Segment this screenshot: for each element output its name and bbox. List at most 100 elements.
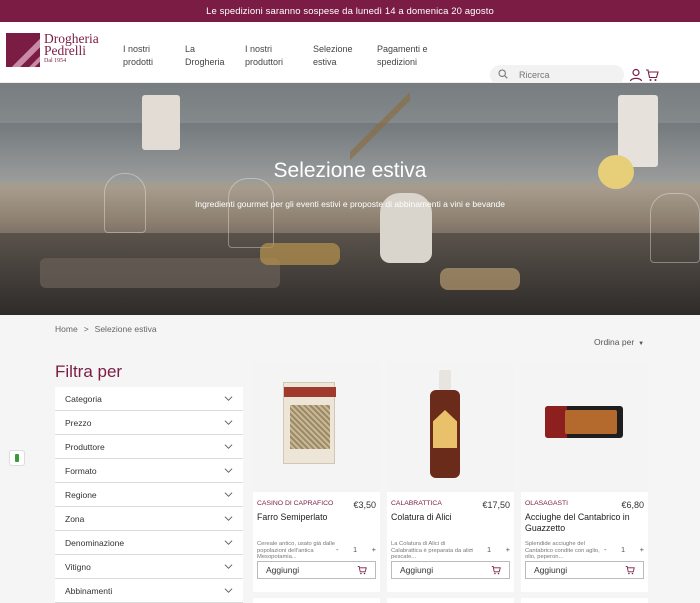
main-nav: I nostri prodotti La Drogheria I nostri … xyxy=(123,43,453,69)
chevron-down-icon xyxy=(224,396,233,401)
hero-bg-glass xyxy=(228,178,274,248)
product-image[interactable] xyxy=(387,362,514,492)
user-icon[interactable] xyxy=(629,68,643,82)
filter-produttore[interactable]: Produttore xyxy=(55,435,243,459)
product-name[interactable]: Farro Semiperlato xyxy=(257,512,375,523)
quantity-value[interactable]: 1 xyxy=(353,545,357,554)
chevron-down-icon xyxy=(224,468,233,473)
search-icon[interactable] xyxy=(493,68,513,82)
minus-icon[interactable]: - xyxy=(604,545,607,554)
add-to-cart-button[interactable]: Aggiungi xyxy=(525,561,644,579)
add-label: Aggiungi xyxy=(534,565,568,575)
search-box[interactable] xyxy=(490,65,624,85)
quantity-stepper[interactable]: - 1 + xyxy=(604,545,644,554)
product-name[interactable]: Acciughe del Cantabrico in Guazzetto xyxy=(525,512,643,534)
hero-bg-food xyxy=(440,268,520,290)
product-price: €3,50 xyxy=(353,500,376,510)
hero-title: Selezione estiva xyxy=(273,159,427,182)
breadcrumb-home[interactable]: Home xyxy=(55,324,78,334)
filter-regione[interactable]: Regione xyxy=(55,483,243,507)
chevron-down-icon xyxy=(224,492,233,497)
product-card-partial[interactable] xyxy=(253,598,380,603)
filter-prezzo[interactable]: Prezzo xyxy=(55,411,243,435)
chevron-down-icon xyxy=(224,564,233,569)
plus-icon[interactable]: + xyxy=(372,545,376,554)
announcement-text: Le spedizioni saranno sospese da lunedì … xyxy=(206,5,494,17)
nav-item-produttori[interactable]: I nostri produttori xyxy=(245,43,293,69)
quantity-value[interactable]: 1 xyxy=(487,545,491,554)
filter-formato[interactable]: Formato xyxy=(55,459,243,483)
nav-item-selezione-estiva[interactable]: Selezione estiva xyxy=(313,43,357,69)
filter-label: Produttore xyxy=(65,441,105,452)
plus-icon[interactable]: + xyxy=(506,545,510,554)
filter-label: Regione xyxy=(65,489,97,500)
nav-item-prodotti[interactable]: I nostri prodotti xyxy=(123,43,165,69)
hero-bg-candle xyxy=(142,95,180,150)
product-description: Cereale antico, usato già dalle popolazi… xyxy=(257,541,335,560)
minus-icon[interactable]: - xyxy=(336,545,339,554)
filter-label: Vitigno xyxy=(65,561,91,572)
product-card[interactable]: CALABRATTICA €17,50 Colatura di Alici La… xyxy=(387,362,514,592)
minus-icon[interactable]: - xyxy=(470,545,473,554)
product-description: La Colatura di Alici di Calabrattica è p… xyxy=(391,541,473,560)
product-name[interactable]: Colatura di Alici xyxy=(391,512,509,523)
logo-line3: Dal 1954 xyxy=(44,58,67,64)
product-card-partial[interactable] xyxy=(521,598,648,603)
logo-text: Drogheria Pedrelli Dal 1954 xyxy=(44,32,99,65)
chevron-down-icon xyxy=(224,444,233,449)
filter-label: Formato xyxy=(65,465,97,476)
breadcrumb: Home > Selezione estiva xyxy=(55,324,157,334)
sort-label: Ordina per xyxy=(594,337,635,347)
product-brand[interactable]: OLASAGASTI xyxy=(525,500,568,507)
cart-icon xyxy=(491,566,501,575)
add-to-cart-button[interactable]: Aggiungi xyxy=(391,561,510,579)
quantity-value[interactable]: 1 xyxy=(621,545,625,554)
chevron-down-icon xyxy=(224,540,233,545)
product-card-partial[interactable] xyxy=(387,598,514,603)
add-label: Aggiungi xyxy=(400,565,434,575)
product-card[interactable]: CASINO DI CAPRAFICO €3,50 Farro Semiperl… xyxy=(253,362,380,592)
filter-denominazione[interactable]: Denominazione xyxy=(55,531,243,555)
search-input[interactable] xyxy=(519,70,619,80)
announcement-bar: Le spedizioni saranno sospese da lunedì … xyxy=(0,0,700,22)
breadcrumb-current: Selezione estiva xyxy=(94,324,157,334)
filter-abbinamenti[interactable]: Abbinamenti xyxy=(55,579,243,603)
logo[interactable]: Drogheria Pedrelli Dal 1954 xyxy=(6,32,99,67)
trust-badge-icon[interactable] xyxy=(9,450,25,466)
product-description: Splendide acciughe del Cantabrico condit… xyxy=(525,541,600,560)
product-brand[interactable]: CASINO DI CAPRAFICO xyxy=(257,500,333,507)
product-image[interactable] xyxy=(253,362,380,492)
product-card[interactable]: OLASAGASTI €6,80 Acciughe del Cantabrico… xyxy=(521,362,648,592)
chevron-down-icon xyxy=(224,516,233,521)
filter-label: Abbinamenti xyxy=(65,585,113,596)
product-brand[interactable]: CALABRATTICA xyxy=(391,500,442,507)
hero-subtitle: Ingredienti gourmet per gli eventi estiv… xyxy=(195,199,505,209)
product-price: €17,50 xyxy=(482,500,510,510)
cart-icon[interactable] xyxy=(645,68,659,82)
add-to-cart-button[interactable]: Aggiungi xyxy=(257,561,376,579)
hero-bg-food xyxy=(260,243,340,265)
logo-mark-icon xyxy=(6,33,40,67)
hero-bg-cloth xyxy=(40,258,280,288)
nav-item-pagamenti[interactable]: Pagamenti e spedizioni xyxy=(377,43,433,69)
tin-can-icon xyxy=(545,406,623,438)
add-label: Aggiungi xyxy=(266,565,300,575)
quantity-stepper[interactable]: - 1 + xyxy=(336,545,376,554)
product-image[interactable] xyxy=(521,362,648,492)
filter-vitigno[interactable]: Vitigno xyxy=(55,555,243,579)
filter-title: Filtra per xyxy=(55,362,123,381)
filter-label: Denominazione xyxy=(65,537,125,548)
cart-icon xyxy=(357,566,367,575)
quantity-stepper[interactable]: - 1 + xyxy=(470,545,510,554)
bottle-icon xyxy=(430,370,460,480)
sort-dropdown[interactable]: Ordina per ▼ xyxy=(594,337,644,347)
plus-icon[interactable]: + xyxy=(640,545,644,554)
filter-label: Zona xyxy=(65,513,85,524)
filter-categoria[interactable]: Categoria xyxy=(55,387,243,411)
cart-icon xyxy=(625,566,635,575)
site-header: Drogheria Pedrelli Dal 1954 I nostri pro… xyxy=(0,22,700,85)
breadcrumb-separator: > xyxy=(83,324,89,334)
nav-item-drogheria[interactable]: La Drogheria xyxy=(185,43,225,69)
filter-zona[interactable]: Zona xyxy=(55,507,243,531)
farro-package-icon xyxy=(283,382,336,464)
